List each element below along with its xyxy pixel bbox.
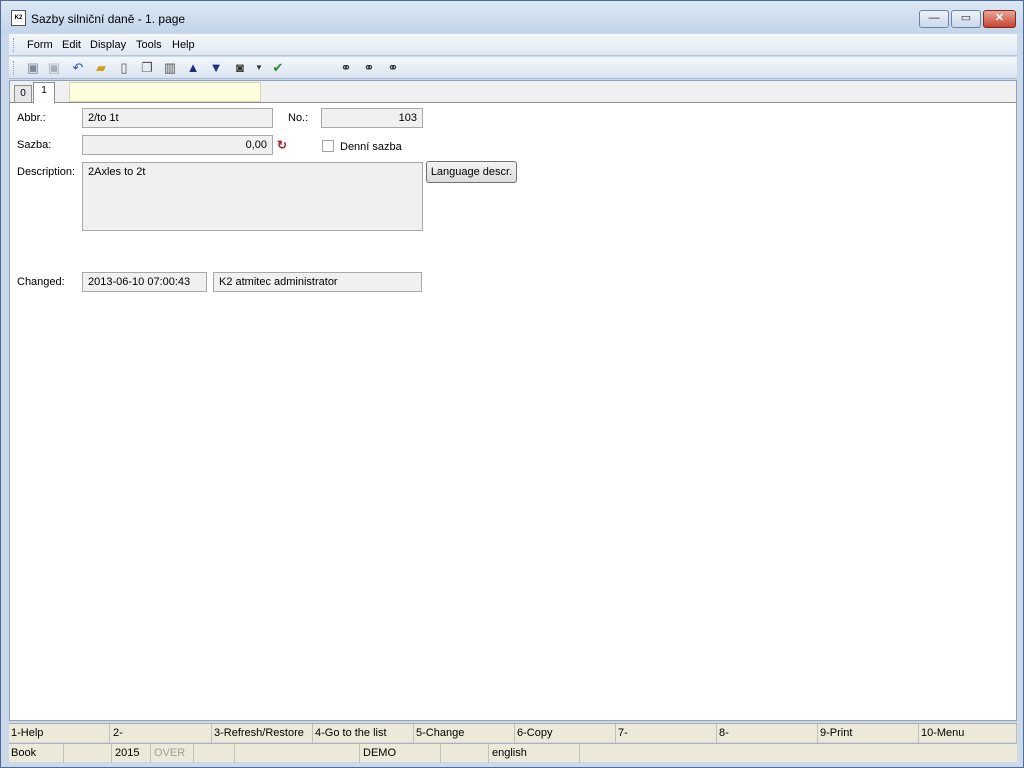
restore-icon[interactable]: ↻	[277, 138, 287, 152]
find-replace-icon[interactable]: ⚭	[385, 60, 401, 76]
new-document-icon[interactable]: ▯	[116, 60, 132, 76]
book-icon[interactable]: ▥	[162, 60, 178, 76]
description-field[interactable]: 2Axles to 2t	[82, 162, 423, 231]
denni-sazba-checkbox[interactable]	[322, 140, 334, 152]
tab-0[interactable]: 0	[14, 85, 32, 103]
menu-display[interactable]: Display	[90, 39, 126, 51]
status-db: DEMO	[361, 744, 441, 763]
changed-label: Changed:	[17, 276, 65, 288]
arrow-down-icon[interactable]: ▼	[208, 60, 224, 76]
description-label: Description:	[17, 166, 76, 178]
title-bar[interactable]: K2 Sazby silniční daně - 1. page — ▭ ✕	[1, 1, 1023, 33]
maximize-button[interactable]: ▭	[951, 10, 981, 28]
save-icon[interactable]: ▣	[25, 60, 41, 76]
status-mode: OVER	[152, 744, 194, 763]
copy-icon[interactable]: ❐	[139, 60, 155, 76]
fkey-4[interactable]: 4-Go to the list	[313, 724, 414, 743]
binoculars-icon[interactable]: ⚭	[338, 60, 354, 76]
language-descr-button[interactable]: Language descr.	[426, 161, 517, 183]
fkey-7[interactable]: 7-	[616, 724, 717, 743]
sazba-field[interactable]: 0,00	[82, 135, 273, 155]
changed-user-field: K2 atmitec administrator	[213, 272, 422, 292]
toolbar: ▣ ▣ ↶ ▰ ▯ ❐ ▥ ▲ ▼ ◙ ▼ ✔ ⚭ ⚭ ⚭	[9, 57, 1017, 79]
menu-edit[interactable]: Edit	[62, 39, 81, 51]
status-blank-4	[442, 744, 489, 763]
menu-form[interactable]: Form	[27, 39, 53, 51]
abbr-field[interactable]: 2/to 1t	[82, 108, 273, 128]
no-field[interactable]: 103	[321, 108, 423, 128]
save-disabled-icon[interactable]: ▣	[46, 60, 62, 76]
status-bar: Book 2015 OVER DEMO english	[9, 743, 1017, 763]
function-key-bar: 1-Help 2- 3-Refresh/Restore 4-Go to the …	[9, 723, 1017, 743]
status-blank-3	[236, 744, 360, 763]
app-window: K2 Sazby silniční daně - 1. page — ▭ ✕ F…	[0, 0, 1024, 768]
status-year: 2015	[113, 744, 151, 763]
arrow-up-icon[interactable]: ▲	[185, 60, 201, 76]
fkey-2[interactable]: 2-	[111, 724, 212, 743]
fkey-3[interactable]: 3-Refresh/Restore	[212, 724, 313, 743]
menu-help[interactable]: Help	[172, 39, 195, 51]
toolbar-grip-icon	[13, 61, 16, 75]
minimize-button[interactable]: —	[919, 10, 949, 28]
close-button[interactable]: ✕	[983, 10, 1016, 28]
find-next-icon[interactable]: ⚭	[361, 60, 377, 76]
menu-grip-icon	[13, 38, 16, 52]
fkey-6[interactable]: 6-Copy	[515, 724, 616, 743]
fkey-8[interactable]: 8-	[717, 724, 818, 743]
fkey-5[interactable]: 5-Change	[414, 724, 515, 743]
status-language: english	[490, 744, 580, 763]
window-title: Sazby silniční daně - 1. page	[31, 12, 186, 26]
no-label: No.:	[288, 112, 309, 124]
changed-date-field: 2013-06-10 07:00:43	[82, 272, 207, 292]
dropdown-arrow-icon[interactable]: ▼	[251, 60, 267, 76]
denni-sazba-label: Denní sazba	[340, 141, 402, 153]
sazba-label: Sazba:	[17, 139, 52, 151]
status-book: Book	[9, 744, 64, 763]
form-area: 0 1 Abbr.: 2/to 1t No.: 103 Sazba: 0,00 …	[9, 80, 1017, 721]
status-blank-2	[195, 744, 235, 763]
tab-1[interactable]: 1	[33, 82, 55, 104]
page-tabs: 0 1	[10, 81, 1016, 104]
fkey-10[interactable]: 10-Menu	[919, 724, 1017, 743]
menu-tools[interactable]: Tools	[136, 39, 162, 51]
undo-icon[interactable]: ↶	[70, 60, 86, 76]
camera-icon[interactable]: ◙	[232, 60, 248, 76]
run-icon[interactable]: ✔	[270, 60, 286, 76]
quick-search-input[interactable]	[69, 82, 261, 102]
fkey-9[interactable]: 9-Print	[818, 724, 919, 743]
abbr-label: Abbr.:	[17, 112, 46, 124]
open-folder-icon[interactable]: ▰	[93, 60, 109, 76]
app-icon: K2	[11, 10, 26, 26]
status-blank-1	[65, 744, 112, 763]
menu-bar: Form Edit Display Tools Help	[9, 34, 1017, 56]
fkey-1[interactable]: 1-Help	[9, 724, 110, 743]
